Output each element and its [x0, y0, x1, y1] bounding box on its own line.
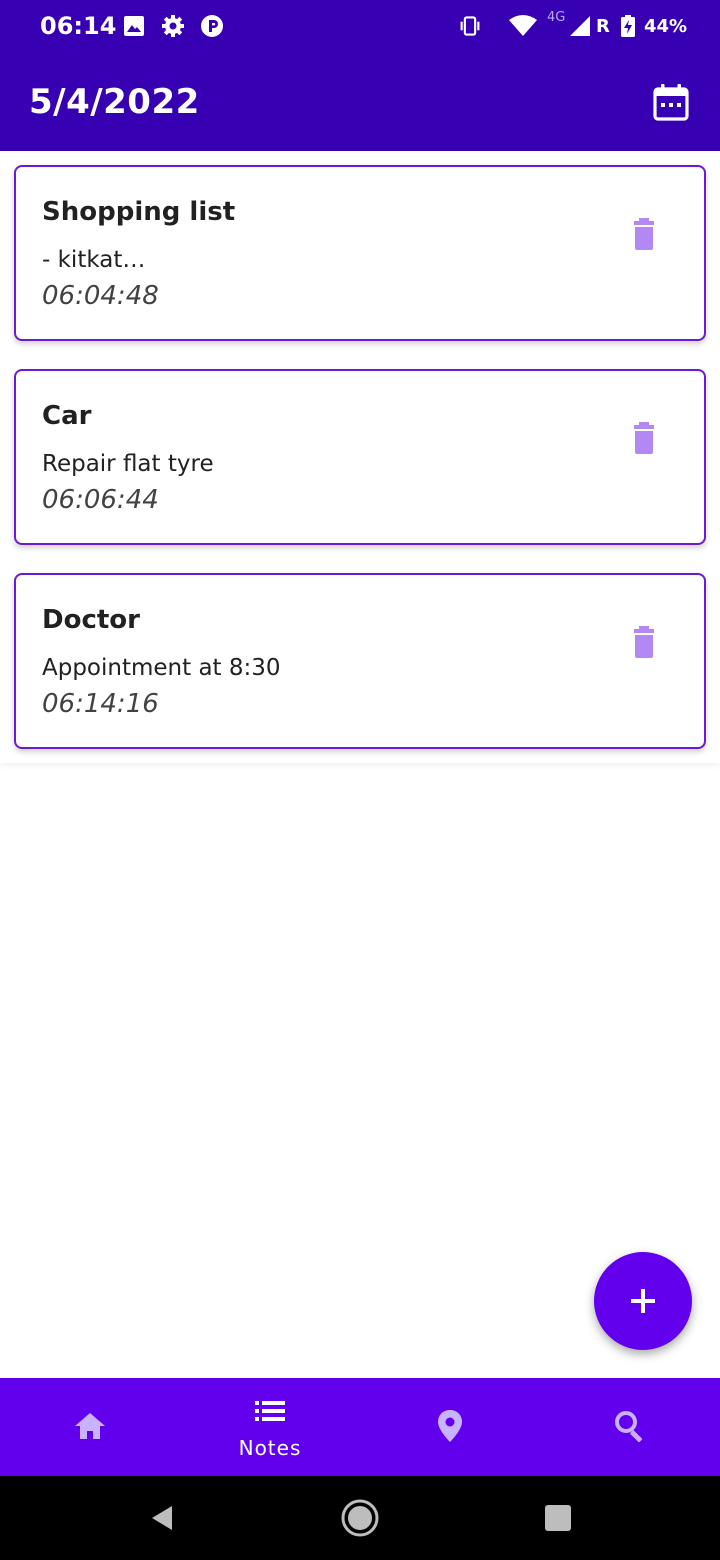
note-card[interactable]: Doctor Appointment at 8:30 06:14:16 — [14, 573, 706, 749]
parking-icon — [201, 15, 223, 37]
trash-icon — [634, 422, 654, 454]
page-title: 5/4/2022 — [29, 82, 200, 122]
signal-icon — [570, 16, 590, 36]
settings-icon — [162, 15, 184, 37]
battery-charging-icon — [621, 15, 635, 37]
bottom-navigation: Notes — [0, 1378, 720, 1476]
app-bar: 5/4/2022 — [0, 52, 720, 151]
list-icon — [255, 1401, 285, 1421]
status-time: 06:14 — [40, 12, 117, 40]
add-note-button[interactable] — [594, 1252, 692, 1350]
note-time: 06:06:44 — [42, 485, 159, 515]
system-navigation-bar — [0, 1476, 720, 1560]
image-icon — [124, 16, 144, 36]
back-icon[interactable] — [142, 1498, 182, 1538]
home-circle-icon[interactable] — [340, 1498, 380, 1538]
status-bar: 06:14 4G R 44% — [0, 0, 720, 52]
search-icon — [615, 1411, 643, 1443]
nav-notes-label: Notes — [238, 1436, 302, 1460]
trash-icon — [634, 218, 654, 250]
note-body: Appointment at 8:30 — [42, 655, 281, 681]
vibrate-icon — [460, 16, 480, 36]
note-title: Car — [42, 401, 92, 431]
location-pin-icon — [438, 1410, 462, 1442]
home-icon — [75, 1413, 105, 1439]
nav-search[interactable] — [540, 1378, 720, 1476]
recents-icon[interactable] — [538, 1498, 578, 1538]
calendar-button[interactable] — [648, 80, 694, 126]
nav-home[interactable] — [0, 1378, 180, 1476]
note-title: Shopping list — [42, 197, 236, 227]
delete-button[interactable] — [624, 215, 664, 255]
note-title: Doctor — [42, 605, 140, 635]
delete-button[interactable] — [624, 623, 664, 663]
note-time: 06:14:16 — [42, 689, 159, 719]
trash-icon — [634, 626, 654, 658]
note-time: 06:04:48 — [42, 281, 159, 311]
network-type: 4G — [547, 10, 566, 25]
nav-location[interactable] — [360, 1378, 540, 1476]
note-body: - kitkat… — [42, 247, 146, 273]
wifi-icon — [509, 15, 537, 36]
nav-notes[interactable]: Notes — [180, 1378, 360, 1476]
notes-list: Shopping list - kitkat… 06:04:48 Car Rep… — [0, 151, 720, 763]
note-card[interactable]: Car Repair flat tyre 06:06:44 — [14, 369, 706, 545]
battery-percentage: 44% — [644, 16, 688, 37]
plus-icon — [631, 1289, 655, 1313]
note-body: Repair flat tyre — [42, 451, 214, 477]
calendar-icon — [653, 84, 689, 121]
delete-button[interactable] — [624, 419, 664, 459]
roaming-indicator: R — [596, 16, 610, 37]
note-card[interactable]: Shopping list - kitkat… 06:04:48 — [14, 165, 706, 341]
